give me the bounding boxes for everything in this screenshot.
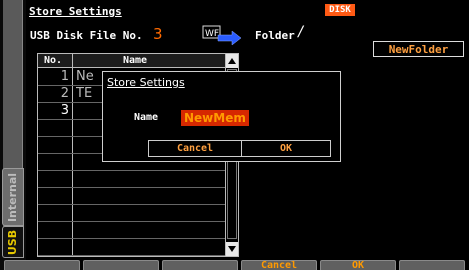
table-row[interactable] bbox=[38, 205, 225, 222]
softkey-2[interactable] bbox=[83, 260, 159, 270]
softkey-5[interactable]: OK bbox=[320, 260, 396, 270]
disk-badge: DISK bbox=[325, 4, 355, 16]
row-file-name bbox=[76, 171, 106, 187]
table-header: No. Name bbox=[38, 54, 225, 68]
row-number bbox=[38, 188, 72, 204]
column-header-no: No. bbox=[44, 55, 63, 66]
row-number bbox=[38, 239, 72, 255]
row-file-name bbox=[76, 188, 106, 204]
row-number: 2 bbox=[60, 86, 69, 101]
file-no-value: 3 bbox=[153, 25, 163, 43]
row-number bbox=[38, 222, 72, 238]
row-file-name bbox=[76, 239, 106, 255]
new-folder-button[interactable]: NewFolder bbox=[373, 41, 464, 57]
dialog-title: Store Settings bbox=[107, 76, 185, 89]
softkey-4[interactable]: Cancel bbox=[241, 260, 317, 270]
side-tab-strip: Internal USB bbox=[0, 0, 26, 270]
row-number bbox=[38, 120, 72, 136]
name-label: Name bbox=[134, 112, 159, 123]
store-settings-screen: Internal USB Store Settings DISK USB Dis… bbox=[0, 0, 469, 270]
row-number bbox=[38, 205, 72, 221]
wf-icon-text: WF bbox=[205, 29, 219, 39]
row-number: 3 bbox=[60, 103, 69, 118]
row-number bbox=[38, 154, 72, 170]
softkey-3[interactable] bbox=[162, 260, 238, 270]
tab-internal-label: Internal bbox=[6, 172, 20, 222]
tab-internal[interactable]: Internal bbox=[2, 168, 24, 226]
file-no-label: USB Disk File No. bbox=[30, 29, 143, 42]
softkey-6[interactable] bbox=[399, 260, 465, 270]
table-row[interactable] bbox=[38, 188, 225, 205]
store-settings-dialog: Store Settings Name NewMem Cancel OK bbox=[102, 71, 341, 162]
row-number bbox=[38, 171, 72, 187]
table-row[interactable] bbox=[38, 239, 225, 256]
row-file-name bbox=[76, 222, 106, 238]
tab-usb[interactable]: USB bbox=[2, 226, 24, 258]
table-row[interactable] bbox=[38, 222, 225, 239]
scroll-down-arrow-icon[interactable] bbox=[226, 242, 238, 256]
folder-label: Folder bbox=[255, 29, 295, 42]
wf-to-folder-icon: WF bbox=[202, 25, 242, 46]
softkey-1[interactable] bbox=[4, 260, 80, 270]
page-title: Store Settings bbox=[29, 5, 122, 18]
folder-path: / bbox=[297, 24, 306, 40]
column-header-name: Name bbox=[123, 55, 148, 66]
row-file-name bbox=[76, 205, 106, 221]
name-input[interactable]: NewMem bbox=[181, 110, 249, 126]
row-number bbox=[38, 137, 72, 153]
table-row[interactable] bbox=[38, 171, 225, 188]
dialog-ok-button[interactable]: OK bbox=[241, 140, 331, 157]
row-number: 1 bbox=[60, 69, 69, 84]
dialog-cancel-button[interactable]: Cancel bbox=[148, 140, 242, 157]
scroll-up-arrow-icon[interactable] bbox=[226, 54, 238, 68]
tab-usb-label: USB bbox=[6, 229, 20, 255]
